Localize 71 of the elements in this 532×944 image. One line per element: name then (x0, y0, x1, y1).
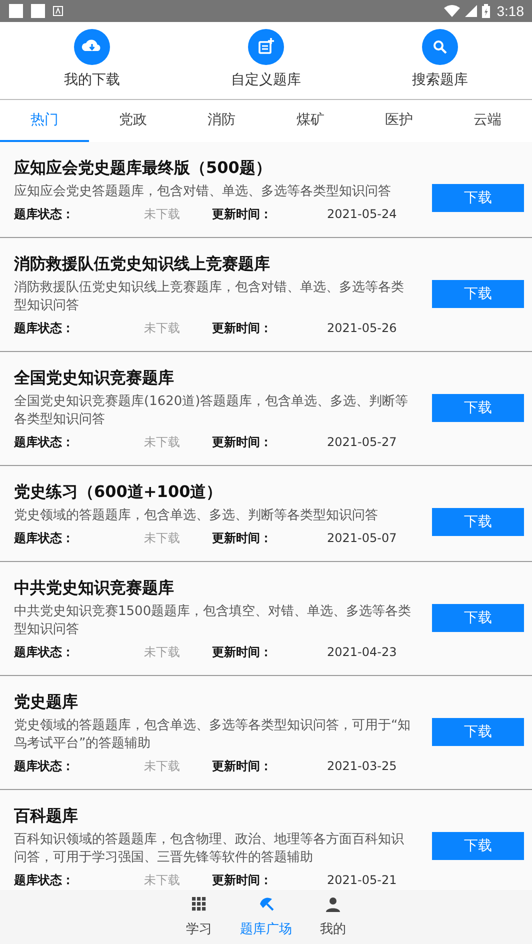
category-tab[interactable]: 云端 (443, 100, 532, 142)
grid-icon (191, 896, 207, 912)
status-label: 题库状态： (14, 758, 75, 775)
download-button[interactable]: 下载 (432, 184, 524, 212)
update-label: 更新时间： (212, 206, 273, 223)
bank-title: 应知应会党史题库最终版（500题） (14, 157, 272, 179)
add-note-icon[interactable] (248, 29, 284, 65)
cloud-download-icon[interactable] (74, 29, 110, 65)
bank-description: 应知应会党史答题题库，包含对错、单选、多选等各类型知识问答 (14, 183, 392, 201)
update-label: 更新时间： (212, 530, 273, 547)
update-date: 2021-05-21 (327, 872, 397, 889)
status-label: 题库状态： (14, 320, 75, 337)
category-tab[interactable]: 党政 (88, 100, 178, 142)
battery-icon (482, 4, 490, 18)
status-value: 未下载 (144, 644, 181, 661)
status-label: 题库状态： (14, 644, 75, 661)
action-label[interactable]: 搜索题库 (412, 71, 468, 89)
update-date: 2021-05-24 (327, 206, 397, 223)
update-label: 更新时间： (212, 320, 273, 337)
update-label: 更新时间： (212, 758, 273, 775)
update-label: 更新时间： (212, 872, 273, 889)
update-date: 2021-05-26 (327, 320, 397, 337)
nav-tab[interactable]: 学习 (186, 890, 212, 944)
bank-description: 百科知识领域的答题题库，包含物理、政治、地理等各方面百科知识问答，可用于学习强国、三晋先锋等软件的答题辅助 (14, 831, 405, 867)
bank-title: 百科题库 (14, 805, 79, 827)
signal-icon (464, 5, 477, 17)
status-label: 题库状态： (14, 206, 75, 223)
download-button[interactable]: 下载 (432, 394, 524, 422)
bank-description: 消防救援队伍党史知识线上竞赛题库，包含对错、单选、多选等各类型知识问答 (14, 279, 405, 315)
update-date: 2021-05-27 (327, 434, 397, 451)
status-value: 未下载 (144, 434, 181, 451)
status-value: 未下载 (144, 872, 181, 889)
update-label: 更新时间： (212, 644, 273, 661)
download-button[interactable]: 下载 (432, 280, 524, 308)
status-value: 未下载 (144, 320, 181, 337)
download-button[interactable]: 下载 (432, 718, 524, 746)
category-tab[interactable]: 煤矿 (266, 100, 355, 142)
bank-title: 党史练习（600道+100道） (14, 481, 224, 503)
update-date: 2021-05-07 (327, 530, 397, 547)
status-label: 题库状态： (14, 872, 75, 889)
category-tab[interactable]: 消防 (177, 100, 266, 142)
status-value: 未下载 (144, 530, 181, 547)
bank-description: 党史领域的答题题库，包含单选、多选、判断等各类型知识问答 (14, 507, 379, 525)
bank-description: 全国党史知识竞赛题库(1620道)答题题库，包含单选、多选、判断等各类型知识问答 (14, 393, 410, 429)
search-icon[interactable] (422, 29, 458, 65)
notification-icon (31, 4, 45, 18)
status-value: 未下载 (144, 758, 181, 775)
status-label: 题库状态： (14, 434, 75, 451)
status-value: 未下载 (144, 206, 181, 223)
person-icon (325, 896, 341, 912)
notification-icon (53, 6, 63, 16)
bank-title: 消防救援队伍党史知识线上竞赛题库 (14, 253, 271, 275)
download-button[interactable]: 下载 (432, 508, 524, 536)
bank-title: 中共党史知识竞赛题库 (14, 577, 175, 599)
category-tab[interactable]: 医护 (354, 100, 444, 142)
action-label[interactable]: 我的下载 (64, 71, 120, 89)
bank-description: 中共党史知识竞赛1500题题库，包含填空、对错、单选、多选等各类型知识问答 (14, 603, 412, 639)
bank-description: 党史领域的答题题库，包含单选、多选等各类型知识问答，可用于“知鸟考试平台”的答题辅助 (14, 717, 412, 753)
wifi-icon (444, 5, 460, 17)
nav-tab[interactable]: 我的 (320, 890, 346, 944)
download-button[interactable]: 下载 (432, 604, 524, 632)
clock-time: 3:18 (496, 3, 524, 19)
bank-title: 全国党史知识竞赛题库 (14, 367, 175, 389)
download-button[interactable]: 下载 (432, 832, 524, 860)
bank-title: 党史题库 (14, 691, 79, 713)
status-label: 题库状态： (14, 530, 75, 547)
update-label: 更新时间： (212, 434, 273, 451)
action-label[interactable]: 自定义题库 (231, 71, 301, 89)
update-date: 2021-03-25 (327, 758, 397, 775)
notification-icon (9, 4, 23, 18)
update-date: 2021-04-23 (327, 644, 397, 661)
